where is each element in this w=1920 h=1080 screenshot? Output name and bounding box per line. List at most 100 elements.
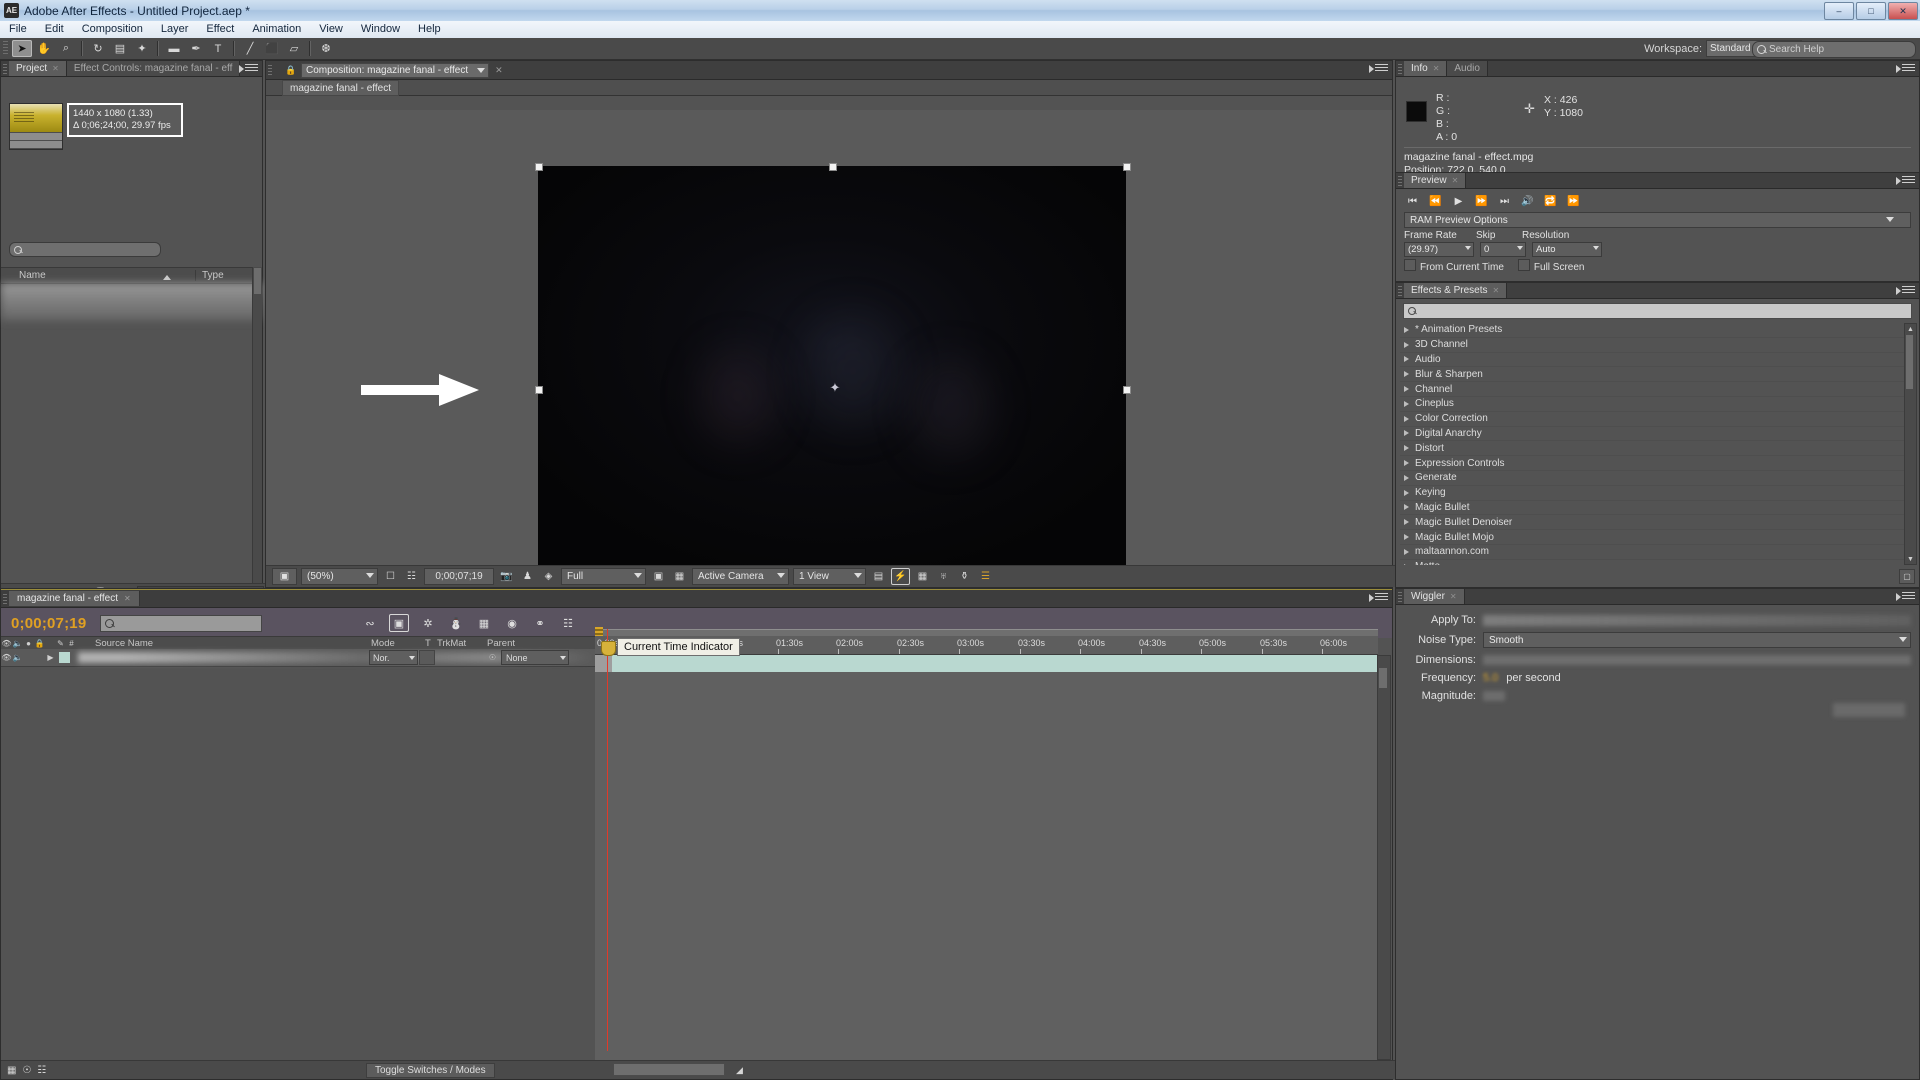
chevron-right-icon[interactable]	[1404, 504, 1409, 511]
panel-grip-icon[interactable]	[1398, 591, 1402, 602]
close-button[interactable]: ✕	[1888, 2, 1918, 20]
project-panel-menu-icon[interactable]	[239, 64, 258, 73]
previous-frame-icon[interactable]: ⏪	[1427, 194, 1444, 208]
tab-composition[interactable]: Composition: magazine fanal - effect	[301, 62, 490, 78]
lock-switch-icon[interactable]: 🔒	[34, 638, 45, 649]
audio-switch-icon[interactable]: 🔈	[12, 638, 23, 649]
menu-effect[interactable]: Effect	[197, 21, 243, 38]
chevron-right-icon[interactable]	[1404, 474, 1409, 481]
chevron-right-icon[interactable]	[1404, 445, 1409, 452]
panel-grip-icon[interactable]	[1398, 175, 1402, 186]
from-current-time-checkbox[interactable]: From Current Time	[1404, 259, 1504, 273]
transparency-grid-icon[interactable]: ▦	[671, 569, 688, 584]
effects-category-item[interactable]: Digital Anarchy	[1400, 427, 1905, 442]
scrollbar-thumb[interactable]	[1379, 668, 1387, 688]
chevron-right-icon[interactable]	[1404, 430, 1409, 437]
layer-mode-select[interactable]: Nor.	[369, 650, 418, 665]
magnification-select[interactable]: (50%)	[301, 568, 378, 585]
frequency-value[interactable]: 5.0	[1483, 672, 1498, 684]
selection-handle-tc[interactable]	[829, 163, 837, 171]
frame-blend-icon[interactable]: ◉	[503, 615, 521, 631]
show-snapshot-icon[interactable]: ♟	[519, 569, 536, 584]
grid-guides-icon[interactable]: ☷	[403, 569, 420, 584]
first-frame-icon[interactable]: ⏮	[1404, 194, 1421, 208]
selection-handle-tr[interactable]	[1123, 163, 1131, 171]
chevron-right-icon[interactable]	[1404, 519, 1409, 526]
tab-effect-controls[interactable]: Effect Controls: magazine fanal - eff	[66, 61, 241, 76]
comp-flowchart-icon[interactable]: ☷	[559, 615, 577, 631]
last-frame-icon[interactable]: ⏭	[1496, 194, 1513, 208]
effects-category-item[interactable]: Audio	[1400, 353, 1905, 368]
column-header-name[interactable]: Name	[1, 270, 195, 281]
info-panel-menu-icon[interactable]	[1896, 64, 1915, 73]
scrollbar-thumb[interactable]	[254, 268, 261, 294]
loop-icon[interactable]: 🔁	[1542, 194, 1559, 208]
effects-category-item[interactable]: Cineplus	[1400, 397, 1905, 412]
composition-canvas[interactable]: ✦	[266, 110, 1392, 565]
timeline-icon[interactable]: ▦	[914, 569, 931, 584]
lock-icon[interactable]: 🔒	[284, 63, 298, 77]
next-frame-icon[interactable]: ⏩	[1473, 194, 1490, 208]
scroll-down-icon[interactable]: ▼	[1905, 554, 1916, 564]
current-time-indicator[interactable]	[601, 629, 616, 1051]
column-source-name[interactable]: Source Name	[95, 638, 153, 649]
timeline-current-time[interactable]: 0;00;07;19	[11, 615, 86, 632]
composition-frame[interactable]: ✦	[538, 166, 1126, 565]
selection-tool-icon[interactable]: ➤	[12, 40, 32, 57]
channel-rgb-icon[interactable]: ◈	[540, 569, 557, 584]
noise-type-select[interactable]: Smooth	[1483, 632, 1911, 648]
timeline-layer-row[interactable]: 👁 🔈 ▶ Nor. ☉ None	[1, 649, 595, 667]
close-icon[interactable]: ✕	[124, 594, 131, 603]
effects-vertical-scrollbar[interactable]: ▲ ▼	[1904, 323, 1917, 565]
ram-preview-options-select[interactable]: RAM Preview Options	[1404, 212, 1911, 228]
effects-category-item[interactable]: Channel	[1400, 382, 1905, 397]
tab-audio[interactable]: Audio	[1447, 61, 1488, 76]
brush-tool-icon[interactable]: ╱	[240, 40, 260, 57]
selection-handle-ml[interactable]	[535, 386, 543, 394]
layer-expand-icon[interactable]: ▶	[45, 652, 56, 663]
hide-shy-layers-icon[interactable]: ⛄	[447, 615, 465, 631]
shape-tool-icon[interactable]: ▬	[164, 40, 184, 57]
roto-brush-tool-icon[interactable]: ❆	[316, 40, 336, 57]
selection-handle-tl[interactable]	[535, 163, 543, 171]
composition-panel-menu-icon[interactable]	[1369, 64, 1388, 73]
layer-switches-icon[interactable]: ☉	[22, 1065, 31, 1076]
scrollbar-thumb[interactable]	[1906, 335, 1913, 389]
menu-help[interactable]: Help	[409, 21, 450, 38]
live-update-icon[interactable]: ▣	[389, 614, 409, 632]
eraser-tool-icon[interactable]: ▱	[284, 40, 304, 57]
chevron-right-icon[interactable]	[1404, 534, 1409, 541]
zoom-out-icon[interactable]: ◢	[736, 1065, 743, 1076]
ram-preview-icon[interactable]: ⏩	[1565, 194, 1582, 208]
pen-tool-icon[interactable]: ✒	[186, 40, 206, 57]
wiggler-panel-menu-icon[interactable]	[1896, 592, 1915, 601]
cti-handle-icon[interactable]	[601, 641, 616, 656]
chevron-right-icon[interactable]	[1404, 460, 1409, 467]
timeline-layer-list-area[interactable]	[1, 672, 595, 1060]
zoom-tool-icon[interactable]: ⌕	[56, 40, 76, 57]
effects-category-list[interactable]: * Animation Presets 3D Channel Audio Blu…	[1400, 323, 1905, 565]
effects-category-item[interactable]: Matte	[1400, 560, 1905, 565]
dimensions-value[interactable]	[1483, 655, 1911, 665]
panel-grip-icon[interactable]	[268, 65, 272, 75]
effects-category-item[interactable]: Magic Bullet Denoiser	[1400, 515, 1905, 531]
selection-handle-mr[interactable]	[1123, 386, 1131, 394]
effects-category-item[interactable]: Magic Bullet	[1400, 501, 1905, 516]
skip-field[interactable]: 0	[1480, 242, 1526, 257]
menu-animation[interactable]: Animation	[243, 21, 310, 38]
tab-preview[interactable]: Preview ✕	[1404, 173, 1467, 188]
comp-flowchart-icon[interactable]: ♅	[935, 569, 952, 584]
parent-pickwhip-icon[interactable]: ☉	[487, 652, 498, 663]
motion-blur-icon[interactable]: ▦	[475, 615, 493, 631]
effects-category-item[interactable]: 3D Channel	[1400, 338, 1905, 353]
full-screen-checkbox[interactable]: Full Screen	[1517, 259, 1584, 273]
column-mode[interactable]: Mode	[371, 638, 395, 649]
close-icon[interactable]: ✕	[1493, 286, 1500, 295]
project-list-item[interactable]	[1, 283, 262, 321]
graph-editor-icon[interactable]: ∾	[361, 615, 379, 631]
label-color-icon[interactable]: ✎	[55, 638, 66, 649]
menu-edit[interactable]: Edit	[36, 21, 73, 38]
chevron-right-icon[interactable]	[1404, 386, 1409, 393]
chevron-right-icon[interactable]	[1404, 341, 1409, 348]
checkbox-icon[interactable]	[1517, 259, 1530, 271]
